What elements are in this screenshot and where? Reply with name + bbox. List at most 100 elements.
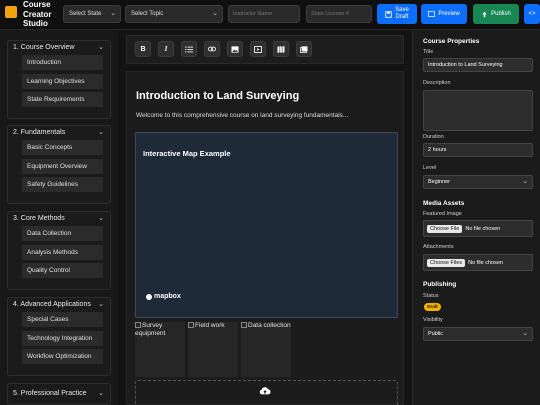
publish-button[interactable]: Publish bbox=[473, 4, 519, 24]
section-header[interactable]: 5. Professional Practice ⌄ bbox=[8, 384, 110, 404]
mapbox-logo: mapbox bbox=[146, 293, 181, 300]
preview-button[interactable]: Preview bbox=[421, 4, 467, 24]
description-field[interactable] bbox=[423, 90, 533, 131]
image-field-work[interactable]: Field work bbox=[188, 322, 238, 377]
choose-files-button[interactable]: Choose Files bbox=[427, 258, 466, 267]
instructor-name-input[interactable]: Instructor Name bbox=[228, 5, 300, 23]
broken-image-icon bbox=[241, 322, 247, 328]
upload-dropzone[interactable] bbox=[135, 380, 398, 405]
attachments-label: Attachments bbox=[423, 244, 454, 250]
level-label: Level bbox=[423, 165, 437, 171]
outline-section-5: 5. Professional Practice ⌄ bbox=[7, 383, 111, 405]
broken-image-icon bbox=[135, 322, 141, 328]
outline-section-3: 3. Core Methods ⌄ Data Collection Analysi… bbox=[7, 211, 111, 290]
mapbox-logo-label: mapbox bbox=[154, 293, 181, 300]
formatting-toolbar: B I bbox=[126, 35, 404, 64]
section-header[interactable]: 3. Core Methods ⌄ bbox=[8, 212, 110, 226]
state-select[interactable]: Select State ⌄ bbox=[63, 5, 121, 23]
section-title: 2. Fundamentals bbox=[13, 129, 66, 136]
title-field[interactable]: Introduction to Land Surveying bbox=[423, 58, 533, 72]
outline-item[interactable]: State Requirements bbox=[22, 92, 103, 107]
choose-file-button[interactable]: Choose File bbox=[427, 224, 463, 233]
media-assets-header: Media Assets bbox=[423, 200, 465, 207]
topic-select-value: Select Topic bbox=[131, 11, 164, 17]
featured-image-input[interactable]: Choose File No file chosen bbox=[423, 220, 533, 237]
chevron-down-icon: ⌄ bbox=[98, 44, 104, 51]
bold-icon[interactable]: B bbox=[135, 41, 151, 57]
italic-icon[interactable]: I bbox=[158, 41, 174, 57]
section-header[interactable]: 1. Course Overview ⌄ bbox=[8, 41, 110, 55]
link-icon[interactable] bbox=[204, 41, 220, 57]
course-properties-panel: Course Properties Title Introduction to … bbox=[412, 30, 540, 405]
save-icon bbox=[385, 10, 392, 18]
app-title-line-3: Studio bbox=[23, 19, 48, 28]
status-label: Status bbox=[423, 293, 439, 299]
chevron-down-icon: ⌄ bbox=[98, 215, 104, 222]
preview-icon bbox=[428, 11, 436, 17]
chevron-down-icon: ⌄ bbox=[98, 129, 104, 136]
properties-header: Course Properties bbox=[423, 38, 480, 45]
outline-item[interactable]: Basic Concepts bbox=[22, 140, 103, 155]
state-license-input[interactable]: State License # bbox=[306, 5, 372, 23]
mapbox-logo-icon bbox=[146, 293, 152, 300]
top-bar: Course Creator Studio Select State ⌄ Sel… bbox=[0, 0, 540, 30]
map-icon[interactable] bbox=[273, 41, 289, 57]
list-icon[interactable] bbox=[181, 41, 197, 57]
section-title: 3. Core Methods bbox=[13, 215, 65, 222]
save-draft-button[interactable]: Save Draft bbox=[377, 4, 417, 24]
content-intro[interactable]: Welcome to this comprehensive course on … bbox=[136, 112, 348, 119]
no-file-text: No file chosen bbox=[465, 225, 501, 232]
outline-item[interactable]: Workflow Optimization bbox=[22, 349, 103, 364]
upload-icon bbox=[482, 11, 487, 17]
gallery-icon[interactable] bbox=[296, 41, 312, 57]
save-draft-label-line-1: Save bbox=[395, 7, 409, 13]
section-title: 5. Professional Practice bbox=[13, 390, 87, 397]
title-label: Title bbox=[423, 49, 434, 55]
image-alt-text: Field work bbox=[195, 322, 225, 329]
duration-field[interactable]: 2 hours bbox=[423, 143, 533, 157]
chevron-down-icon: ⌄ bbox=[98, 390, 104, 397]
content-heading[interactable]: Introduction to Land Surveying bbox=[136, 90, 299, 102]
content-editor[interactable]: Introduction to Land Surveying Welcome t… bbox=[126, 71, 404, 405]
level-select-value: Beginner bbox=[428, 179, 451, 185]
outline-item[interactable]: Quality Control bbox=[22, 263, 103, 278]
outline-item[interactable]: Introduction bbox=[22, 55, 103, 70]
state-select-value: Select State bbox=[69, 11, 102, 17]
featured-image-label: Featured Image bbox=[423, 211, 462, 217]
level-select[interactable]: Beginner ⌄ bbox=[423, 175, 533, 189]
section-header[interactable]: 4. Advanced Applications ⌄ bbox=[8, 298, 110, 312]
interactive-map-block[interactable]: Interactive Map Example mapbox bbox=[135, 132, 398, 318]
outline-item[interactable]: Analysis Methods bbox=[22, 244, 103, 260]
attachments-input[interactable]: Choose Files No file chosen bbox=[423, 254, 533, 271]
status-badge: Draft bbox=[424, 303, 441, 311]
visibility-select[interactable]: Public ⌄ bbox=[423, 327, 533, 341]
chevron-down-icon: ⌄ bbox=[522, 178, 528, 185]
code-view-button[interactable]: <> bbox=[524, 4, 540, 24]
outline-item[interactable]: Safety Guidelines bbox=[22, 177, 103, 192]
section-header[interactable]: 2. Fundamentals ⌄ bbox=[8, 126, 110, 140]
image-survey-equipment[interactable]: Survey equipment bbox=[135, 322, 185, 377]
chevron-down-icon: ⌄ bbox=[98, 301, 104, 308]
outline-section-4: 4. Advanced Applications ⌄ Special Cases … bbox=[7, 297, 111, 376]
outline-section-1: 1. Course Overview ⌄ Introduction Learnin… bbox=[7, 40, 111, 119]
chevron-down-icon: ⌄ bbox=[522, 330, 528, 337]
cloud-upload-icon bbox=[259, 387, 271, 395]
image-alt-text: Data collection bbox=[248, 322, 291, 329]
section-title: 1. Course Overview bbox=[13, 44, 75, 51]
no-file-text: No file chosen bbox=[468, 259, 503, 266]
outline-item[interactable]: Data Collection bbox=[22, 226, 103, 241]
image-data-collection[interactable]: Data collection bbox=[241, 322, 291, 377]
outline-item[interactable]: Learning Objectives bbox=[22, 73, 103, 89]
outline-item[interactable]: Equipment Overview bbox=[22, 158, 103, 174]
image-icon[interactable] bbox=[227, 41, 243, 57]
topic-select[interactable]: Select Topic ⌄ bbox=[125, 5, 223, 23]
chevron-down-icon: ⌄ bbox=[110, 10, 116, 17]
outline-item[interactable]: Special Cases bbox=[22, 312, 103, 327]
section-title: 4. Advanced Applications bbox=[13, 301, 91, 308]
publishing-header: Publishing bbox=[423, 281, 457, 288]
course-outline-sidebar: 1. Course Overview ⌄ Introduction Learnin… bbox=[0, 30, 118, 405]
save-draft-label-line-2: Draft bbox=[395, 14, 409, 20]
outline-item[interactable]: Technology Integration bbox=[22, 330, 103, 346]
code-icon: <> bbox=[528, 11, 536, 17]
video-icon[interactable] bbox=[250, 41, 266, 57]
